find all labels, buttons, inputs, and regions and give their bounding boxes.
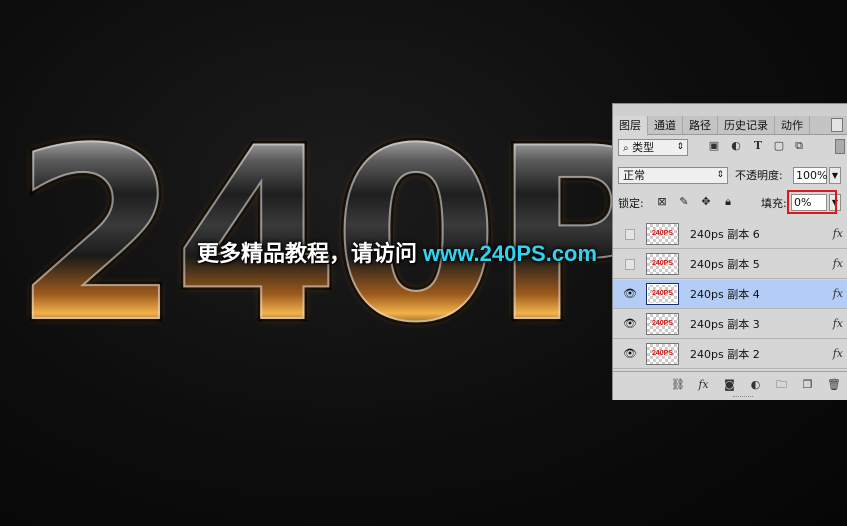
layer-thumbnail: 240PS xyxy=(646,283,679,305)
smart-object-filter-icon[interactable]: ⧉ xyxy=(793,140,805,152)
visibility-toggle-icon[interactable] xyxy=(625,229,635,240)
layer-name: 240ps 副本 6 xyxy=(690,228,760,241)
layer-name: 240ps 副本 4 xyxy=(690,288,760,301)
fx-icon[interactable]: fx xyxy=(833,287,843,300)
type-filter-icon[interactable]: T xyxy=(752,140,764,152)
layers-bottom-bar: ⛓︎ fx ◙ ◐ 🗀︎ ❐ 🗑︎ xyxy=(613,371,847,400)
lock-position-icon[interactable]: ✥ xyxy=(700,196,712,208)
layer-thumbnail: 240PS xyxy=(646,253,679,275)
tab-layers[interactable]: 图层 xyxy=(613,116,648,136)
fill-label: 填充: xyxy=(761,197,787,210)
delete-icon[interactable]: 🗑︎ xyxy=(827,378,841,391)
lock-image-icon[interactable]: ✎ xyxy=(678,196,690,208)
panel-menu-icon[interactable] xyxy=(831,118,843,132)
fx-icon[interactable]: fx xyxy=(833,347,843,360)
layer-row[interactable]: 240PS 240ps 副本 5 fx xyxy=(613,250,847,279)
filter-kind-label: 类型 xyxy=(632,141,655,154)
new-layer-icon[interactable]: ❐ xyxy=(801,378,814,391)
lock-label: 锁定: xyxy=(618,197,644,210)
fx-icon[interactable]: fx xyxy=(833,257,843,270)
eye-icon[interactable]: 👁︎ xyxy=(623,288,637,300)
watermark-text: 更多精品教程，请访问 xyxy=(197,241,418,266)
new-adjustment-icon[interactable]: ◐ xyxy=(749,378,762,391)
blend-mode-value: 正常 xyxy=(623,169,645,182)
layer-row[interactable]: 👁︎ 240PS 240ps 副本 2 fx xyxy=(613,340,847,369)
eye-icon[interactable]: 👁︎ xyxy=(623,318,637,330)
fx-icon[interactable]: fx xyxy=(833,317,843,330)
fill-highlight-box xyxy=(787,190,837,214)
tab-actions[interactable]: 动作 xyxy=(775,116,810,134)
add-style-icon[interactable]: fx xyxy=(697,378,710,391)
opacity-dropdown-icon[interactable]: ▼ xyxy=(829,167,841,184)
tab-paths[interactable]: 路径 xyxy=(683,116,718,134)
link-layers-icon[interactable]: ⛓︎ xyxy=(671,378,685,391)
filter-kind-select[interactable]: ⌕ 类型 ⇕ xyxy=(618,139,688,156)
chevron-updown-icon: ⇕ xyxy=(716,170,724,180)
panel-tabs: 图层 通道 路径 历史记录 动作 xyxy=(613,116,847,136)
adjustment-filter-icon[interactable]: ◐ xyxy=(730,140,742,152)
eye-icon[interactable]: 👁︎ xyxy=(623,348,637,360)
lock-all-icon[interactable]: 🔒︎ xyxy=(722,196,734,208)
watermark: 更多精品教程，请访问 www.240PS.com xyxy=(197,236,597,268)
search-icon: ⌕ xyxy=(623,143,629,154)
filter-toggle-icon[interactable] xyxy=(835,139,845,154)
layer-row-selected[interactable]: 👁︎ 240PS 240ps 副本 4 fx xyxy=(613,280,847,309)
shape-filter-icon[interactable]: ▢ xyxy=(773,140,785,152)
opacity-label: 不透明度: xyxy=(735,169,783,182)
layers-panel: 图层 通道 路径 历史记录 动作 ⌕ 类型 ⇕ ▣ ◐ T ▢ ⧉ 正常 ⇕ 不… xyxy=(612,103,847,400)
layer-thumbnail: 240PS xyxy=(646,313,679,335)
add-mask-icon[interactable]: ◙ xyxy=(723,378,736,391)
layer-name: 240ps 副本 2 xyxy=(690,348,760,361)
watermark-url: www.240PS.com xyxy=(423,241,598,266)
layer-thumbnail: 240PS xyxy=(646,343,679,365)
image-filter-icon[interactable]: ▣ xyxy=(708,140,720,152)
chevron-updown-icon: ⇕ xyxy=(676,142,684,152)
layer-name: 240ps 副本 3 xyxy=(690,318,760,331)
opacity-input[interactable]: 100% xyxy=(793,167,827,184)
tab-history[interactable]: 历史记录 xyxy=(718,116,775,134)
tab-channels[interactable]: 通道 xyxy=(648,116,683,134)
layer-row[interactable]: 240PS 240ps 副本 6 fx xyxy=(613,220,847,249)
new-group-icon[interactable]: 🗀︎ xyxy=(775,378,788,391)
blend-mode-select[interactable]: 正常 ⇕ xyxy=(618,167,728,184)
resize-grip[interactable] xyxy=(733,396,753,399)
visibility-toggle-icon[interactable] xyxy=(625,259,635,270)
fx-icon[interactable]: fx xyxy=(833,227,843,240)
layer-row[interactable]: 👁︎ 240PS 240ps 副本 3 fx xyxy=(613,310,847,339)
lock-transparent-icon[interactable]: ⊠ xyxy=(656,196,668,208)
layer-name: 240ps 副本 5 xyxy=(690,258,760,271)
layer-thumbnail: 240PS xyxy=(646,223,679,245)
